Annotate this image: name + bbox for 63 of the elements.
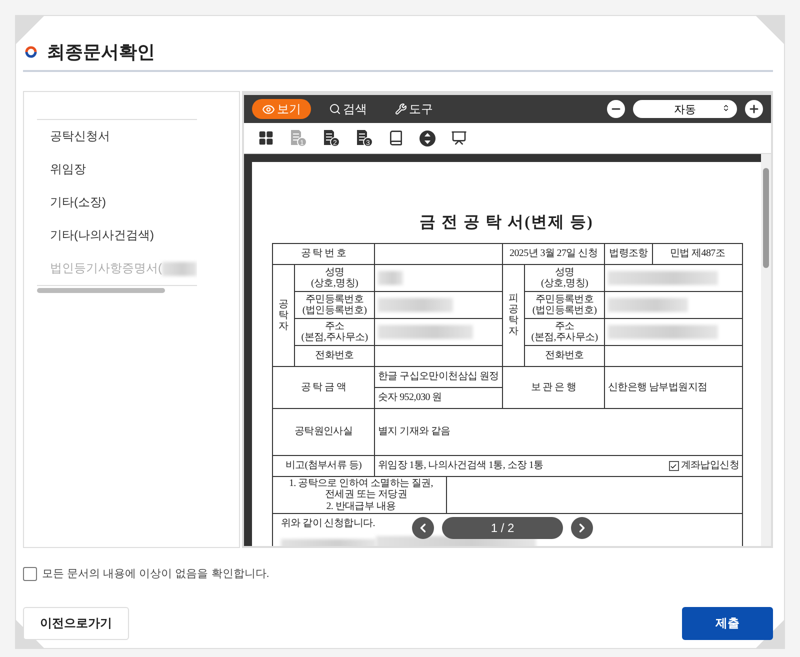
table-cell-text: (법인등록번호) bbox=[301, 305, 368, 316]
zoom-out-button[interactable] bbox=[607, 100, 625, 118]
table-cell: 2025년 3월 27일 신청 bbox=[502, 244, 605, 264]
search-icon bbox=[329, 103, 341, 115]
table-cell-text: (본점,주사무소) bbox=[530, 332, 599, 344]
checkbox[interactable] bbox=[668, 461, 679, 471]
table-cell: 민법 제487조 bbox=[652, 244, 743, 264]
plus-icon bbox=[748, 103, 760, 115]
page-indicator: 1 / 2 bbox=[442, 517, 563, 539]
document-list-item[interactable]: 기타(나의사건검색) bbox=[37, 219, 197, 252]
up-down-icon[interactable] bbox=[419, 130, 436, 146]
table-cell-text: 2. 반대급부 내용 bbox=[325, 500, 397, 512]
table-cell: 공탁원인사실 bbox=[272, 408, 374, 456]
table-cell-text: (법인등록번호) bbox=[531, 305, 598, 316]
zoom-in-button[interactable] bbox=[745, 100, 763, 118]
table-cell: 한글 구십오만이천삼십 원정 bbox=[374, 366, 502, 388]
table-cell-text: 전화번호 bbox=[544, 350, 585, 362]
table-cell-text: 성명 bbox=[324, 266, 346, 278]
table-cell-text: 주민등록번호 bbox=[304, 294, 365, 305]
table-cell: 공 탁 번 호 bbox=[272, 244, 374, 264]
table-cell-text: 1. 공탁으로 인하여 소멸하는 질권, bbox=[288, 478, 434, 490]
eye-icon bbox=[262, 102, 275, 116]
document-title: 금 전 공 탁 서(변제 등) bbox=[418, 213, 594, 233]
viewer-tab[interactable]: 도구 bbox=[385, 99, 443, 119]
table-cell: 피공탁자 bbox=[508, 293, 518, 338]
scrollbar-thumb[interactable] bbox=[37, 288, 165, 293]
zoom-select[interactable]: 자동 bbox=[633, 100, 737, 118]
wrench-icon bbox=[395, 103, 407, 115]
table-cell-text: 주민등록번호 bbox=[534, 294, 595, 305]
table-cell-text: (상호,명칭) bbox=[310, 278, 360, 290]
document-list-item[interactable]: 기타(소장) bbox=[37, 186, 197, 219]
table-cell: 보 관 은 행 bbox=[502, 366, 605, 408]
submit-button[interactable]: 제출 bbox=[682, 607, 773, 640]
table-cell-text: 주소 bbox=[554, 320, 576, 332]
table-cell: 공탁자 bbox=[278, 298, 288, 332]
table-cell-text: 전세권 또는 저당권 bbox=[324, 489, 408, 501]
table-cell: 위임장 1통, 나의사건검색 1통, 소장 1통 bbox=[378, 460, 544, 472]
presentation-icon[interactable] bbox=[451, 130, 467, 146]
viewer-tab[interactable]: 검색 bbox=[319, 99, 377, 119]
checkbox-label: 계좌납입신청 bbox=[680, 460, 740, 472]
redaction-mark bbox=[378, 271, 403, 285]
logo-icon bbox=[25, 46, 37, 58]
caret-icon bbox=[722, 104, 730, 112]
table-cell-text: (본점,주사무소) bbox=[300, 332, 369, 344]
book-icon[interactable] bbox=[388, 130, 404, 146]
table-cell: 신한은행 남부법원지점 bbox=[604, 366, 743, 408]
page-title: 최종문서확인 bbox=[47, 41, 155, 64]
back-button[interactable]: 이전으로가기 bbox=[23, 607, 129, 640]
table-cell-text: (상호,명칭) bbox=[540, 278, 590, 290]
table-cell: 법령조항 bbox=[604, 244, 653, 264]
grid-icon[interactable] bbox=[258, 130, 274, 146]
document-list-item[interactable]: 위임장 bbox=[37, 153, 197, 186]
document-list-item[interactable]: 공탁신청서 bbox=[37, 120, 197, 153]
table-cell: 위와 같이 신청합니다. bbox=[281, 518, 375, 530]
table-cell: 공 탁 금 액 bbox=[272, 366, 374, 408]
scrollbar-thumb[interactable] bbox=[763, 168, 769, 268]
confirm-checkbox[interactable]: 모든 문서의 내용에 이상이 없음을 확인합니다. bbox=[23, 566, 270, 581]
table-cell: 비고(첨부서류 등) bbox=[272, 456, 374, 476]
table-cell-text: 주소 bbox=[324, 320, 346, 332]
table-cell-text: 전화번호 bbox=[314, 350, 355, 362]
redaction-mark bbox=[162, 262, 197, 276]
table-cell-text: 성명 bbox=[554, 266, 576, 278]
table-cell: 별지 기재와 같음 bbox=[374, 408, 743, 456]
